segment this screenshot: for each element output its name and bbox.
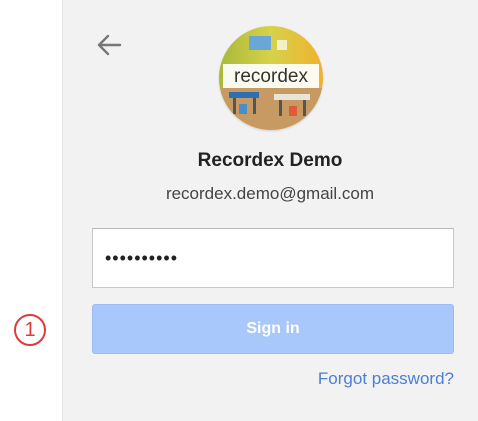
forgot-password-link[interactable]: Forgot password? (318, 369, 454, 389)
profile-name: Recordex Demo (197, 150, 343, 171)
step-number-marker: 1 (14, 314, 46, 346)
sign-in-button[interactable]: Sign in (92, 304, 454, 354)
profile-email: recordex.demo@gmail.com (165, 184, 375, 203)
avatar-logo-text: recordex (234, 66, 308, 87)
avatar: recordex (219, 26, 323, 130)
password-field[interactable] (92, 228, 454, 288)
arrow-back-icon (97, 34, 122, 56)
back-button[interactable] (92, 30, 126, 60)
signin-page: recordex Recordex Demo recordex.demo@gma… (0, 0, 478, 421)
